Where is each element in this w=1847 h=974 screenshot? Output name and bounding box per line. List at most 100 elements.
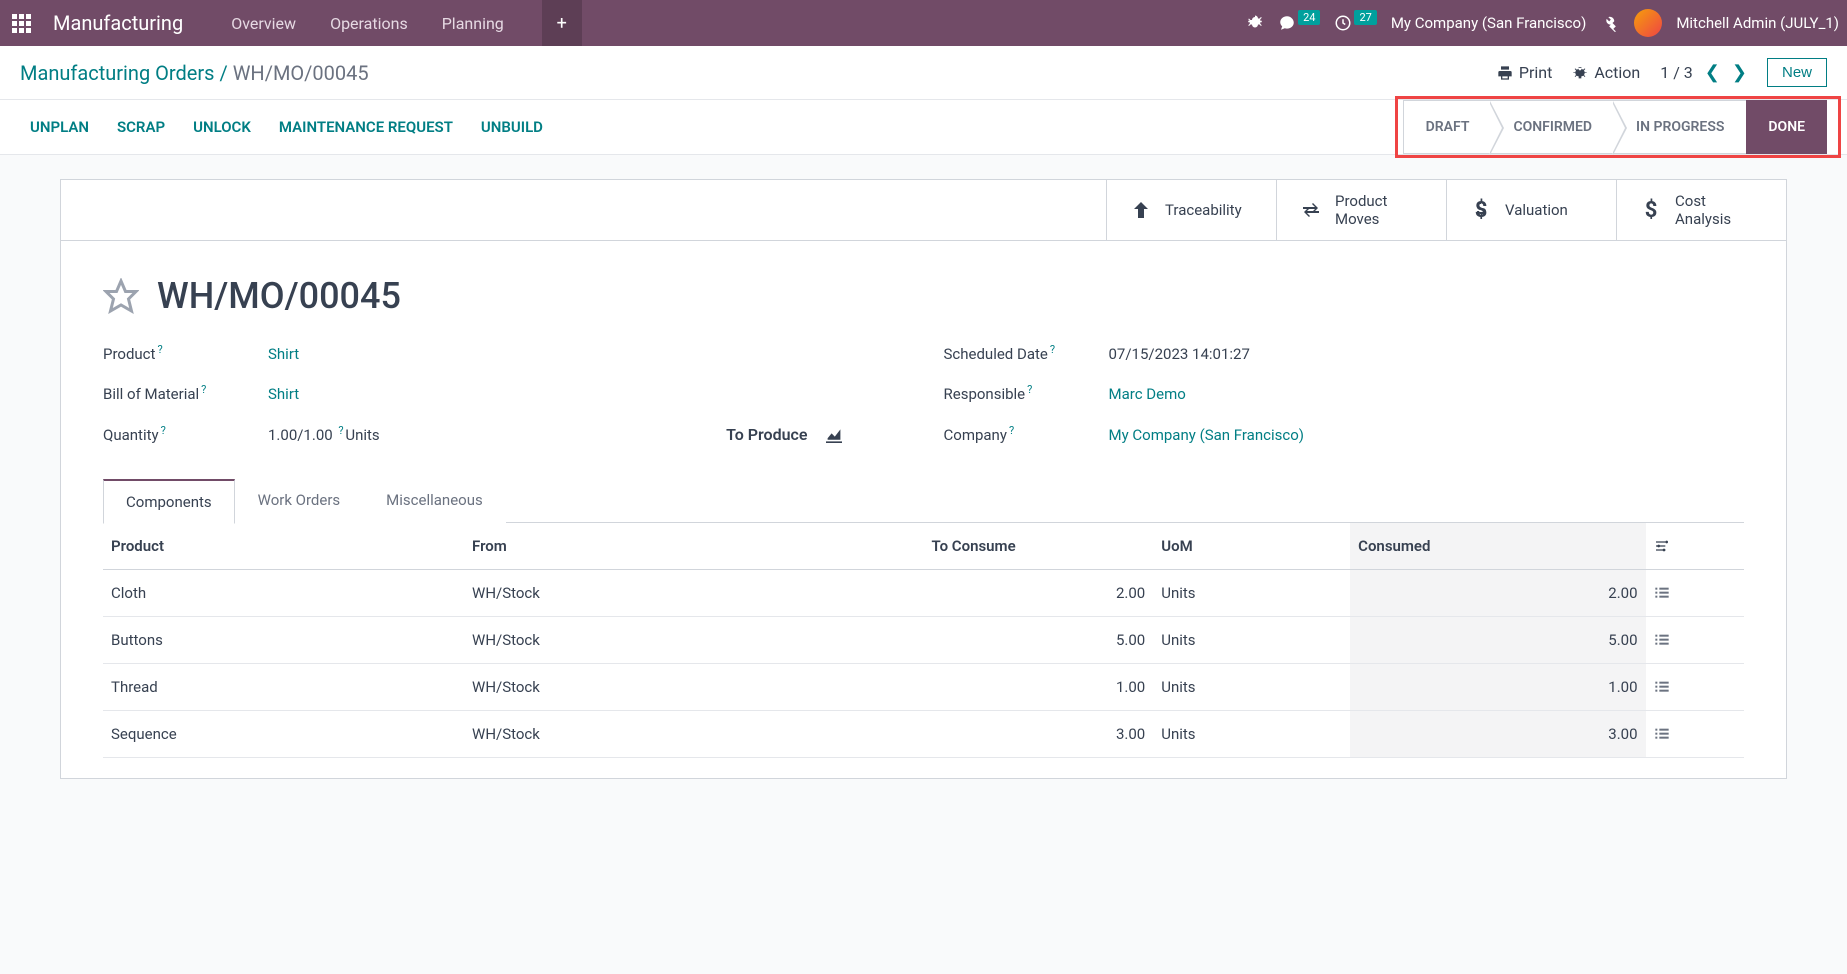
cell-uom: Units [1153, 570, 1350, 617]
breadcrumb-current: WH/MO/00045 [233, 61, 369, 85]
cell-product: Sequence [103, 711, 464, 758]
user-menu[interactable]: Mitchell Admin (JULY_1) [1676, 14, 1839, 32]
cell-uom: Units [1153, 617, 1350, 664]
bug-icon[interactable] [1246, 14, 1264, 32]
apps-icon[interactable] [8, 10, 35, 37]
activities-badge: 27 [1354, 10, 1376, 25]
cell-product: Buttons [103, 617, 464, 664]
tab-components[interactable]: Components [103, 479, 235, 524]
record-title: WH/MO/00045 [157, 275, 401, 317]
cell-to-consume: 5.00 [924, 617, 1154, 664]
bom-value[interactable]: Shirt [268, 385, 299, 403]
app-name[interactable]: Manufacturing [53, 11, 183, 35]
top-navbar: Manufacturing Overview Operations Planni… [0, 0, 1847, 46]
cell-product: Cloth [103, 570, 464, 617]
field-bom: Bill of Material? Shirt [103, 385, 904, 403]
help-icon[interactable]: ? [157, 343, 162, 356]
stat-valuation[interactable]: $ Valuation [1446, 180, 1616, 240]
details-icon[interactable] [1646, 664, 1695, 711]
col-from: From [464, 523, 923, 570]
table-row[interactable]: Sequence WH/Stock 3.00 Units 3.00 [103, 711, 1744, 758]
field-product: Product? Shirt [103, 345, 904, 363]
details-icon[interactable] [1646, 570, 1695, 617]
cell-uom: Units [1153, 664, 1350, 711]
field-quantity: Quantity? 1.00/1.00 ? Units To Produce [103, 425, 904, 444]
help-icon[interactable]: ? [1009, 424, 1014, 437]
cell-from: WH/Stock [464, 617, 923, 664]
cell-from: WH/Stock [464, 711, 923, 758]
stat-product-moves[interactable]: Product Moves [1276, 180, 1446, 240]
unlock-button[interactable]: UNLOCK [193, 118, 251, 136]
tab-work-orders[interactable]: Work Orders [235, 478, 364, 523]
field-company: Company? My Company (San Francisco) [944, 425, 1745, 444]
table-row[interactable]: Cloth WH/Stock 2.00 Units 2.00 [103, 570, 1744, 617]
messages-badge: 24 [1298, 10, 1320, 25]
stat-traceability[interactable]: Traceability [1106, 180, 1276, 240]
help-icon[interactable]: ? [1050, 343, 1055, 356]
activities-icon[interactable]: 27 [1334, 14, 1376, 32]
status-draft[interactable]: DRAFT [1403, 100, 1492, 154]
help-icon[interactable]: ? [161, 424, 166, 437]
details-icon[interactable] [1646, 711, 1695, 758]
unplan-button[interactable]: UNPLAN [30, 118, 89, 136]
nav-overview[interactable]: Overview [219, 8, 308, 39]
svg-text:$: $ [1475, 198, 1488, 222]
table-row[interactable]: Thread WH/Stock 1.00 Units 1.00 [103, 664, 1744, 711]
maintenance-request-button[interactable]: MAINTENANCE REQUEST [279, 118, 453, 136]
cell-product: Thread [103, 664, 464, 711]
stat-cost-analysis[interactable]: $ Cost Analysis [1616, 180, 1786, 240]
swap-icon [1299, 198, 1323, 222]
action-menu[interactable]: Action [1572, 63, 1640, 82]
help-icon[interactable]: ? [338, 424, 343, 437]
cell-to-consume: 2.00 [924, 570, 1154, 617]
cell-consumed: 2.00 [1350, 570, 1645, 617]
avatar[interactable] [1634, 9, 1662, 37]
details-icon[interactable] [1646, 617, 1695, 664]
cell-consumed: 3.00 [1350, 711, 1645, 758]
dollar-icon: $ [1639, 198, 1663, 222]
company-switcher[interactable]: My Company (San Francisco) [1391, 14, 1586, 32]
tools-icon[interactable] [1600, 13, 1620, 33]
new-button[interactable]: New [1767, 58, 1827, 87]
scheduled-value: 07/15/2023 14:01:27 [1109, 345, 1250, 363]
status-done[interactable]: DONE [1746, 100, 1827, 154]
col-to-consume: To Consume [924, 523, 1154, 570]
nav-new-tab[interactable]: + [542, 0, 582, 46]
breadcrumb-row: Manufacturing Orders / WH/MO/00045 Print… [0, 46, 1847, 100]
print-button[interactable]: Print [1497, 63, 1552, 82]
help-icon[interactable]: ? [1027, 383, 1032, 396]
stat-buttons: Traceability Product Moves $ Valuation $… [61, 180, 1786, 241]
pager-next[interactable]: ❯ [1732, 62, 1747, 83]
favorite-star-icon[interactable] [103, 278, 139, 314]
field-responsible: Responsible? Marc Demo [944, 385, 1745, 403]
cell-to-consume: 3.00 [924, 711, 1154, 758]
components-table: Product From To Consume UoM Consumed Clo… [103, 523, 1744, 758]
responsible-value[interactable]: Marc Demo [1109, 385, 1186, 403]
chart-icon[interactable] [824, 427, 844, 443]
status-in-progress[interactable]: IN PROGRESS [1614, 100, 1746, 154]
status-confirmed[interactable]: CONFIRMED [1491, 100, 1614, 154]
status-bar: DRAFT CONFIRMED IN PROGRESS DONE [1403, 100, 1827, 154]
pager-text: 1 / 3 [1660, 63, 1693, 82]
help-icon[interactable]: ? [201, 383, 206, 396]
tab-miscellaneous[interactable]: Miscellaneous [363, 478, 506, 523]
nav-operations[interactable]: Operations [318, 8, 420, 39]
cell-from: WH/Stock [464, 664, 923, 711]
pager-prev[interactable]: ❮ [1705, 62, 1720, 83]
breadcrumb-root[interactable]: Manufacturing Orders [20, 61, 215, 85]
unbuild-button[interactable]: UNBUILD [481, 118, 543, 136]
tabs: Components Work Orders Miscellaneous [103, 478, 1744, 523]
company-value[interactable]: My Company (San Francisco) [1109, 426, 1304, 444]
actions-status-row: UNPLAN SCRAP UNLOCK MAINTENANCE REQUEST … [0, 100, 1847, 155]
svg-text:$: $ [1645, 198, 1658, 222]
arrow-up-icon [1129, 198, 1153, 222]
nav-planning[interactable]: Planning [430, 8, 516, 39]
col-consumed: Consumed [1350, 523, 1645, 570]
col-settings[interactable] [1646, 523, 1695, 570]
scrap-button[interactable]: SCRAP [117, 118, 165, 136]
table-row[interactable]: Buttons WH/Stock 5.00 Units 5.00 [103, 617, 1744, 664]
messages-icon[interactable]: 24 [1278, 14, 1320, 32]
cell-consumed: 1.00 [1350, 664, 1645, 711]
product-value[interactable]: Shirt [268, 345, 299, 363]
record-card: Traceability Product Moves $ Valuation $… [60, 179, 1787, 779]
